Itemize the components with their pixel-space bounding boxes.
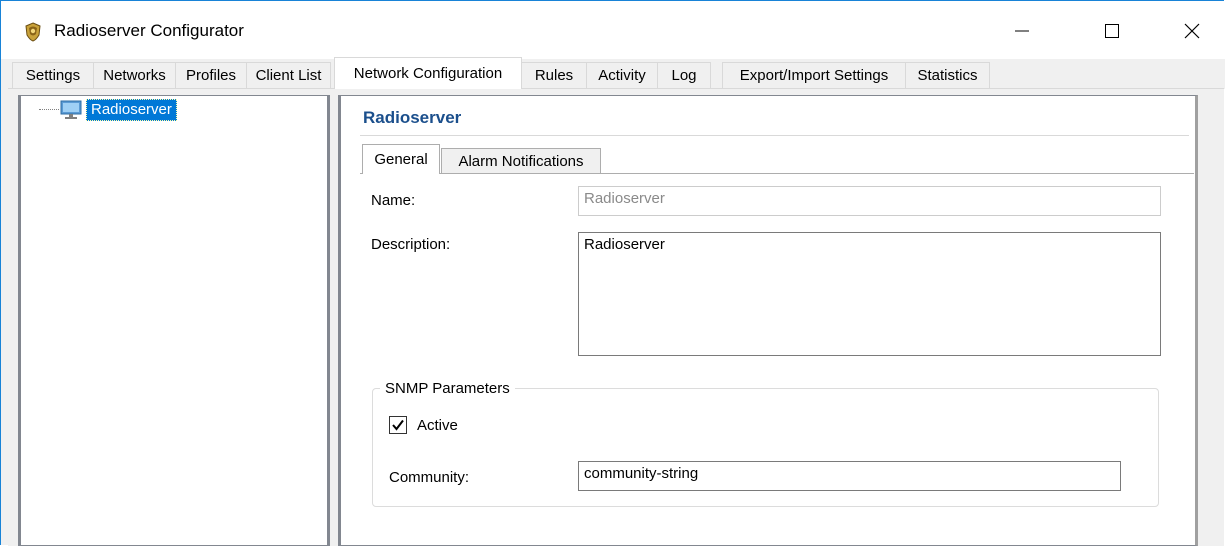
tree-connector: [39, 109, 59, 110]
close-icon: [1184, 23, 1200, 39]
tab-network-configuration[interactable]: Network Configuration: [334, 57, 522, 89]
tab-settings[interactable]: Settings: [12, 62, 94, 88]
community-label: Community:: [389, 469, 470, 486]
active-label: Active: [417, 417, 458, 434]
window-title: Radioserver Configurator: [54, 21, 244, 40]
inner-tab-baseline: [360, 173, 1194, 174]
tab-statistics[interactable]: Statistics: [905, 62, 990, 88]
tab-alarm-notifications[interactable]: Alarm Notifications: [441, 148, 601, 173]
snmp-group-title: SNMP Parameters: [380, 380, 515, 397]
tab-log[interactable]: Log: [657, 62, 711, 88]
name-field: Radioserver: [578, 186, 1161, 216]
app-logo-icon: [25, 22, 41, 42]
tab-client-list[interactable]: Client List: [246, 62, 331, 88]
close-button[interactable]: [1163, 11, 1221, 51]
active-checkbox[interactable]: [389, 416, 407, 434]
panel-divider: [360, 135, 1189, 136]
tab-export-import-settings[interactable]: Export/Import Settings: [722, 62, 906, 88]
checkmark-icon: [392, 419, 404, 431]
monitor-icon: [60, 100, 82, 119]
tab-general[interactable]: General: [362, 144, 440, 174]
maximize-icon: [1105, 24, 1119, 38]
panel-title: Radioserver: [363, 108, 462, 127]
minimize-icon: [1015, 30, 1029, 32]
tree-item-radioserver[interactable]: Radioserver: [86, 99, 177, 121]
tab-networks[interactable]: Networks: [93, 62, 176, 88]
maximize-button[interactable]: [1083, 11, 1141, 51]
description-field[interactable]: Radioserver: [578, 232, 1161, 356]
community-field[interactable]: community-string: [578, 461, 1121, 491]
name-label: Name:: [371, 192, 416, 209]
tab-profiles[interactable]: Profiles: [175, 62, 247, 88]
tab-rules[interactable]: Rules: [521, 62, 587, 88]
title-bar: Radioserver Configurator: [1, 1, 1225, 59]
tree-view[interactable]: [18, 95, 330, 546]
minimize-button[interactable]: [993, 11, 1051, 51]
tab-activity[interactable]: Activity: [586, 62, 658, 88]
description-label: Description:: [371, 236, 451, 253]
